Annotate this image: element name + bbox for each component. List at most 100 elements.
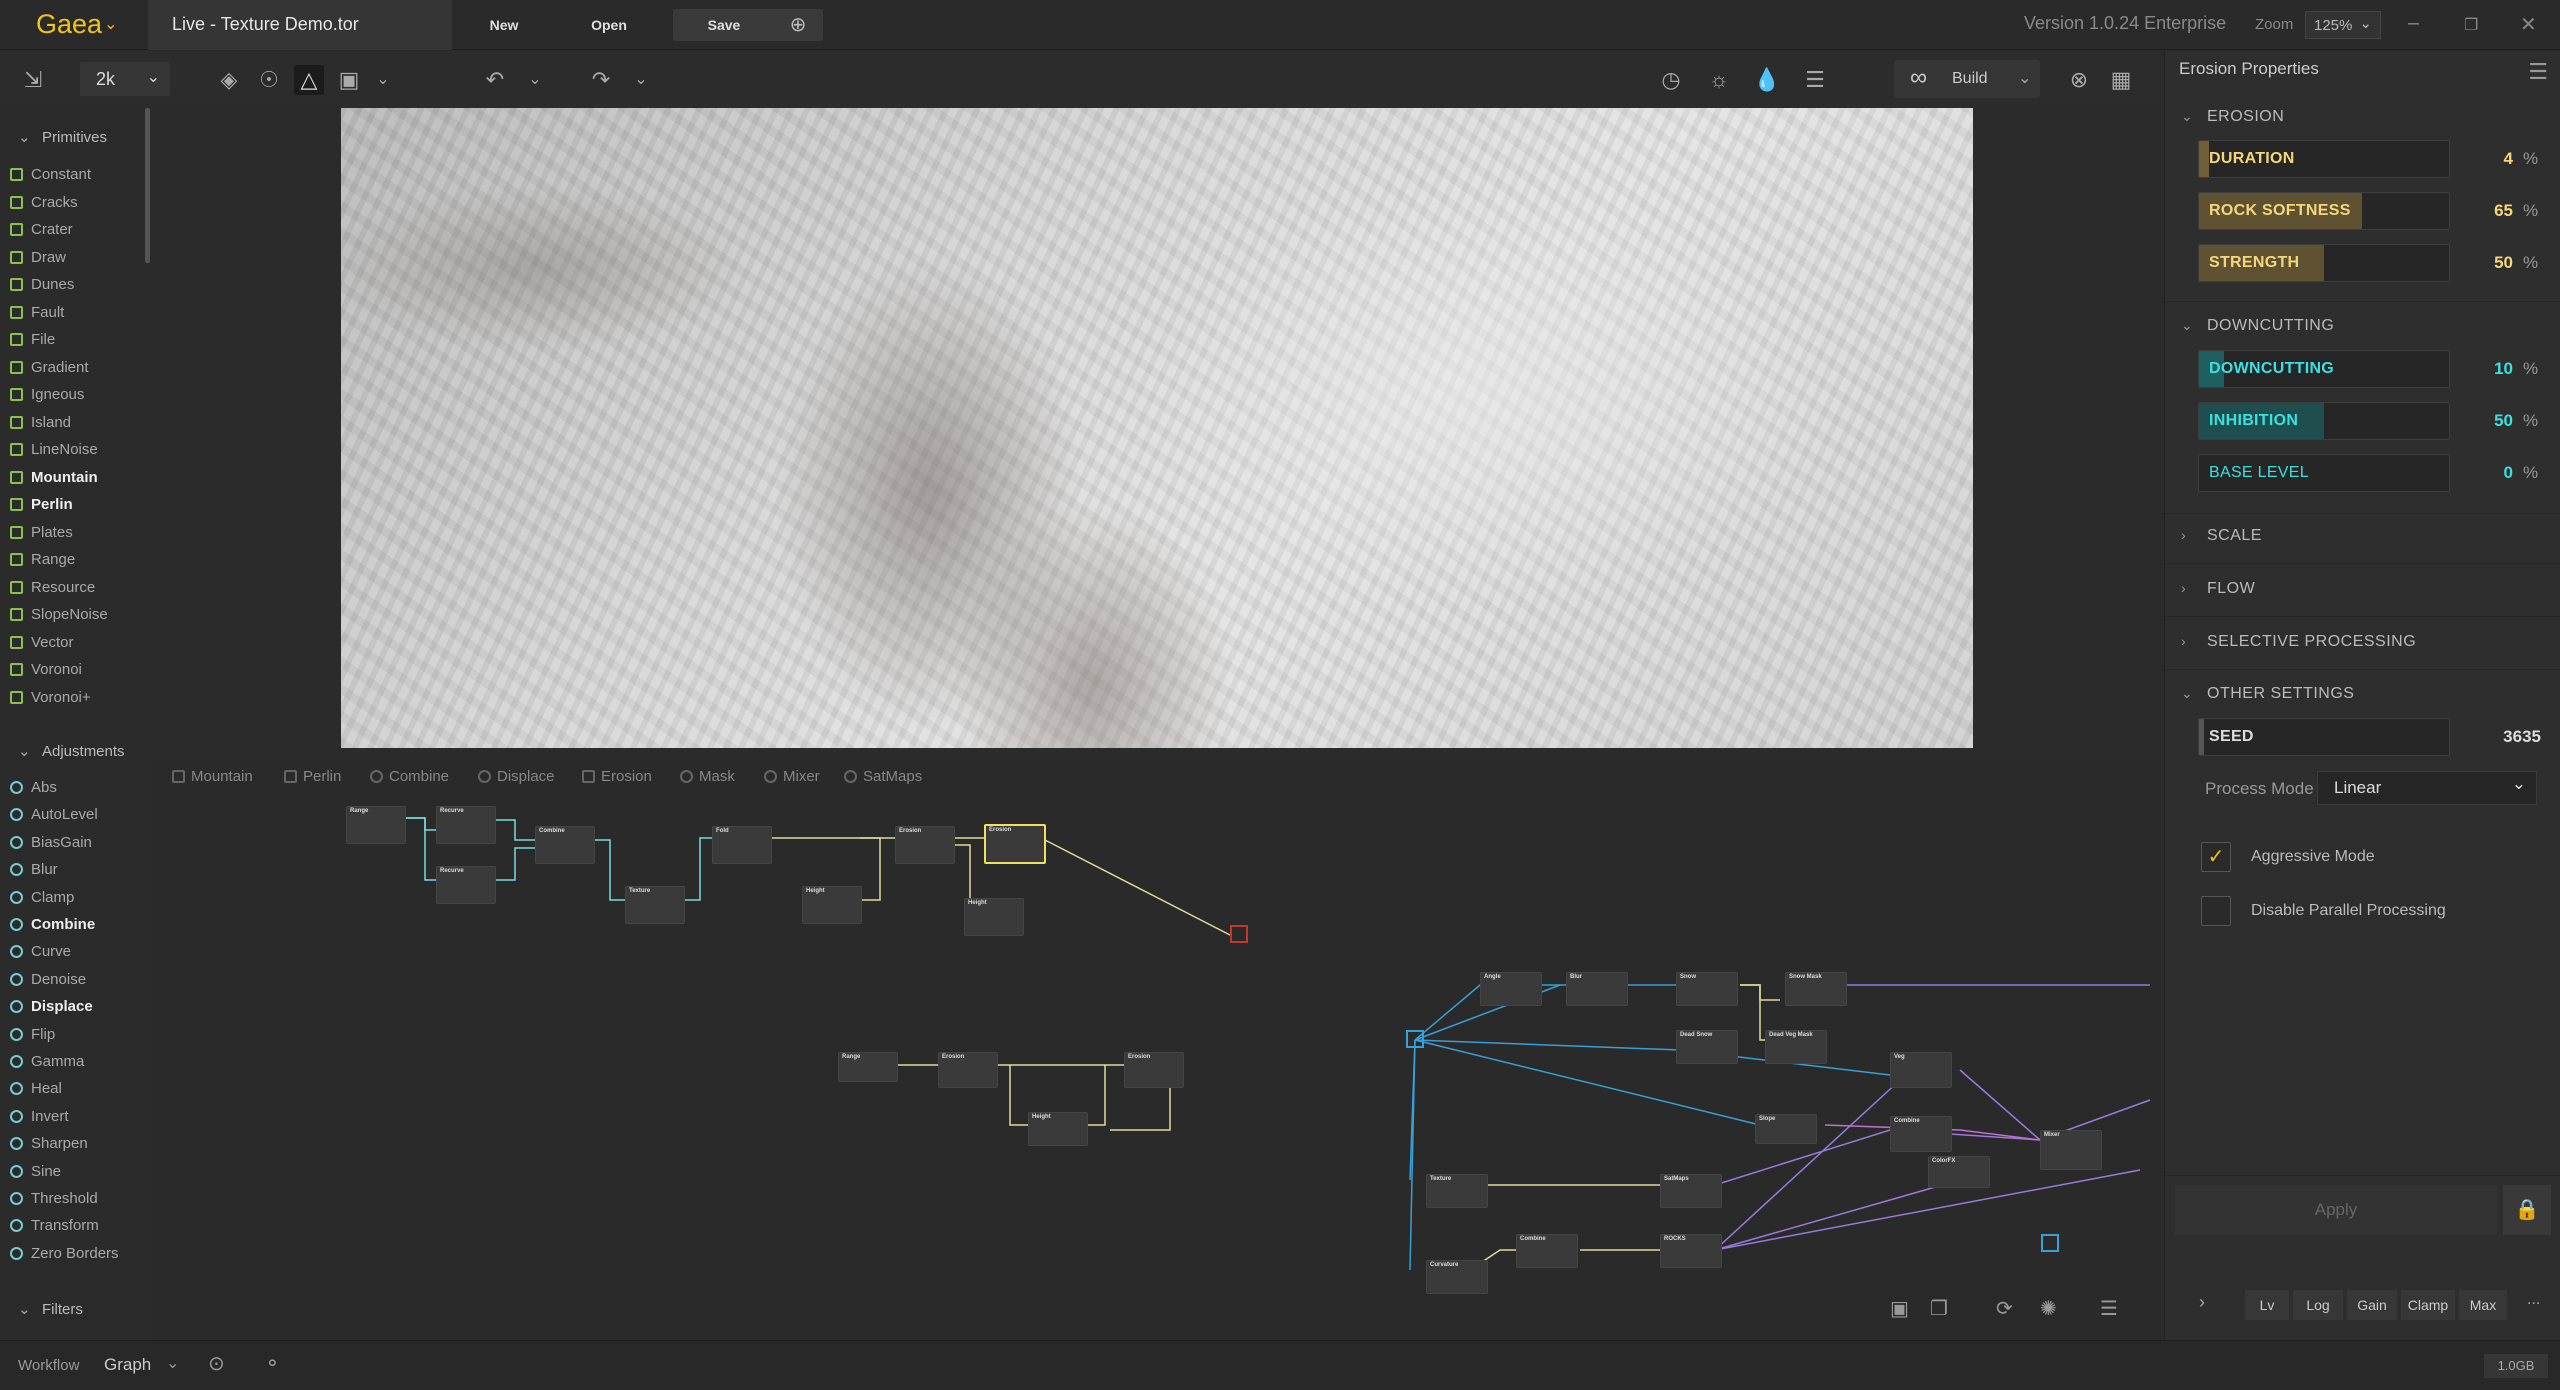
nodes-icon[interactable]: ⚬ bbox=[264, 1351, 281, 1376]
node-title: Recurve bbox=[440, 868, 464, 874]
graph-node-dead-veg-mask[interactable]: Dead Veg Mask bbox=[1765, 1030, 1827, 1064]
graph-node-fold[interactable]: Fold bbox=[712, 826, 772, 864]
rock-softness-slider[interactable]: ROCK SOFTNESS bbox=[2198, 192, 2450, 230]
duration-slider[interactable]: DURATION bbox=[2198, 140, 2450, 178]
graph-node-rocks[interactable]: ROCKS bbox=[1660, 1234, 1722, 1268]
section-scale[interactable]: › SCALE bbox=[2181, 527, 2262, 545]
process-mode-select[interactable]: Linear ⌄ bbox=[2317, 771, 2537, 805]
section-label: EROSION bbox=[2207, 108, 2285, 125]
graph-node-mixer[interactable]: Mixer bbox=[2040, 1130, 2102, 1170]
inhibition-slider[interactable]: INHIBITION bbox=[2198, 402, 2450, 440]
graph-node-slope[interactable]: Slope bbox=[1755, 1114, 1817, 1144]
zoom-label: Zoom bbox=[2255, 16, 2294, 33]
aggressive-mode-label: Aggressive Mode bbox=[2251, 848, 2375, 865]
seed-value[interactable]: 3635 bbox=[2461, 727, 2541, 747]
explode-icon[interactable]: ✺ bbox=[2040, 1296, 2057, 1321]
output-node-icon[interactable] bbox=[2041, 1234, 2059, 1252]
node-title: Combine bbox=[1520, 1236, 1546, 1242]
base-level-value[interactable]: 0 bbox=[2453, 463, 2513, 483]
graph-node-combine[interactable]: Combine bbox=[1516, 1234, 1578, 1268]
node-title: Erosion bbox=[1128, 1054, 1151, 1060]
graph-node-range[interactable]: Range bbox=[838, 1052, 898, 1082]
wire bbox=[1085, 1065, 1106, 1126]
graph-node-erosion-selected[interactable]: Erosion bbox=[984, 824, 1046, 864]
section-selective-processing[interactable]: › SELECTIVE PROCESSING bbox=[2181, 633, 2416, 651]
hamburger-menu-icon[interactable]: ☰ bbox=[2528, 59, 2548, 85]
duplicate-icon[interactable]: ❐ bbox=[1930, 1296, 1948, 1321]
zoom-select[interactable]: 125% ⌄ bbox=[2305, 11, 2381, 39]
workflow-label: Workflow bbox=[18, 1357, 80, 1374]
graph-node-curvature[interactable]: Curvature bbox=[1426, 1260, 1488, 1294]
checkmark-icon: ✓ bbox=[2207, 846, 2225, 868]
history-icon[interactable]: ⊙ bbox=[208, 1351, 225, 1376]
section-erosion[interactable]: ⌄ EROSION bbox=[2181, 108, 2284, 126]
memory-usage-badge: 1.0GB bbox=[2484, 1354, 2548, 1378]
graph-node-height[interactable]: Height bbox=[1028, 1112, 1088, 1146]
node-title: Curvature bbox=[1430, 1262, 1459, 1268]
chevron-down-icon: ⌄ bbox=[2181, 317, 2194, 333]
graph-node-height[interactable]: Height bbox=[802, 886, 862, 924]
inhibition-value[interactable]: 50 bbox=[2453, 411, 2513, 431]
node-title: Combine bbox=[539, 828, 565, 834]
downcutting-slider[interactable]: DOWNCUTTING bbox=[2198, 350, 2450, 388]
graph-node-recurve[interactable]: Recurve bbox=[436, 806, 496, 844]
downcutting-value[interactable]: 10 bbox=[2453, 359, 2513, 379]
section-downcutting[interactable]: ⌄ DOWNCUTTING bbox=[2181, 317, 2334, 335]
graph-node-dead-snow[interactable]: Dead Snow bbox=[1676, 1030, 1738, 1064]
chevron-right-icon[interactable]: › bbox=[2199, 1292, 2205, 1313]
close-icon[interactable]: ✕ bbox=[2520, 12, 2537, 37]
strength-value[interactable]: 50 bbox=[2453, 253, 2513, 273]
node-title: Mixer bbox=[2044, 1132, 2060, 1138]
slider-label: ROCK SOFTNESS bbox=[2209, 202, 2351, 219]
graph-node-texture[interactable]: Texture bbox=[625, 886, 685, 924]
rock-softness-value[interactable]: 65 bbox=[2453, 201, 2513, 221]
base-level-slider[interactable]: BASE LEVEL bbox=[2198, 454, 2450, 492]
graph-node-combine[interactable]: Combine bbox=[535, 826, 595, 864]
section-other-settings[interactable]: ⌄ OTHER SETTINGS bbox=[2181, 685, 2354, 703]
more-options-button[interactable]: ... bbox=[2527, 1291, 2540, 1309]
tab-gain[interactable]: Gain bbox=[2347, 1290, 2397, 1320]
section-flow[interactable]: › FLOW bbox=[2181, 580, 2255, 598]
graph-node-erosion[interactable]: Erosion bbox=[895, 826, 955, 864]
duration-value[interactable]: 4 bbox=[2453, 149, 2513, 169]
graph-node-colorfx[interactable]: ColorFX bbox=[1928, 1156, 1990, 1188]
tab-log[interactable]: Log bbox=[2293, 1290, 2343, 1320]
node-title: Angle bbox=[1484, 974, 1501, 980]
workflow-mode-select[interactable]: Graph bbox=[104, 1355, 151, 1375]
tab-lv[interactable]: Lv bbox=[2245, 1290, 2289, 1320]
refresh-icon[interactable]: ⟳ bbox=[1996, 1296, 2013, 1321]
unit-label: % bbox=[2523, 201, 2539, 220]
tab-max[interactable]: Max bbox=[2459, 1290, 2507, 1320]
apply-button[interactable]: Apply bbox=[2175, 1185, 2497, 1235]
graph-node-snow-mask[interactable]: Snow Mask bbox=[1785, 972, 1847, 1006]
graph-node-height[interactable]: Height bbox=[964, 898, 1024, 936]
fit-view-icon[interactable]: ▣ bbox=[1890, 1296, 1909, 1321]
node-title: Snow Mask bbox=[1789, 974, 1822, 980]
graph-node-combine[interactable]: Combine bbox=[1890, 1116, 1952, 1152]
graph-node-snow[interactable]: Snow bbox=[1676, 972, 1738, 1006]
graph-node-angle[interactable]: Angle bbox=[1480, 972, 1542, 1006]
chevron-down-icon[interactable]: ⌄ bbox=[166, 1353, 179, 1373]
export-node-icon[interactable] bbox=[1230, 925, 1248, 943]
graph-node-veg[interactable]: Veg bbox=[1890, 1052, 1952, 1088]
graph-node-blur[interactable]: Blur bbox=[1566, 972, 1628, 1006]
restore-icon[interactable]: ❐ bbox=[2464, 15, 2478, 35]
disable-parallel-checkbox[interactable] bbox=[2201, 896, 2231, 926]
graph-node-erosion[interactable]: Erosion bbox=[938, 1052, 998, 1088]
minimize-icon[interactable]: – bbox=[2408, 12, 2419, 35]
menu-icon[interactable]: ☰ bbox=[2100, 1296, 2118, 1321]
strength-slider[interactable]: STRENGTH bbox=[2198, 244, 2450, 282]
graph-node-erosion[interactable]: Erosion bbox=[1124, 1052, 1184, 1088]
graph-node-satmaps[interactable]: SatMaps bbox=[1660, 1174, 1722, 1208]
wire bbox=[405, 817, 440, 831]
seed-field[interactable]: SEED bbox=[2198, 718, 2450, 756]
chevron-down-icon: ⌄ bbox=[2181, 685, 2194, 701]
graph-node-texture[interactable]: Texture bbox=[1426, 1174, 1488, 1208]
tab-clamp[interactable]: Clamp bbox=[2401, 1290, 2455, 1320]
graph-node-recurve[interactable]: Recurve bbox=[436, 866, 496, 904]
node-title: Slope bbox=[1759, 1116, 1776, 1122]
input-node-icon[interactable] bbox=[1406, 1030, 1424, 1048]
graph-node-range[interactable]: Range bbox=[346, 806, 406, 844]
lock-icon[interactable]: 🔒 bbox=[2503, 1185, 2551, 1235]
aggressive-mode-checkbox[interactable]: ✓ bbox=[2201, 842, 2231, 872]
